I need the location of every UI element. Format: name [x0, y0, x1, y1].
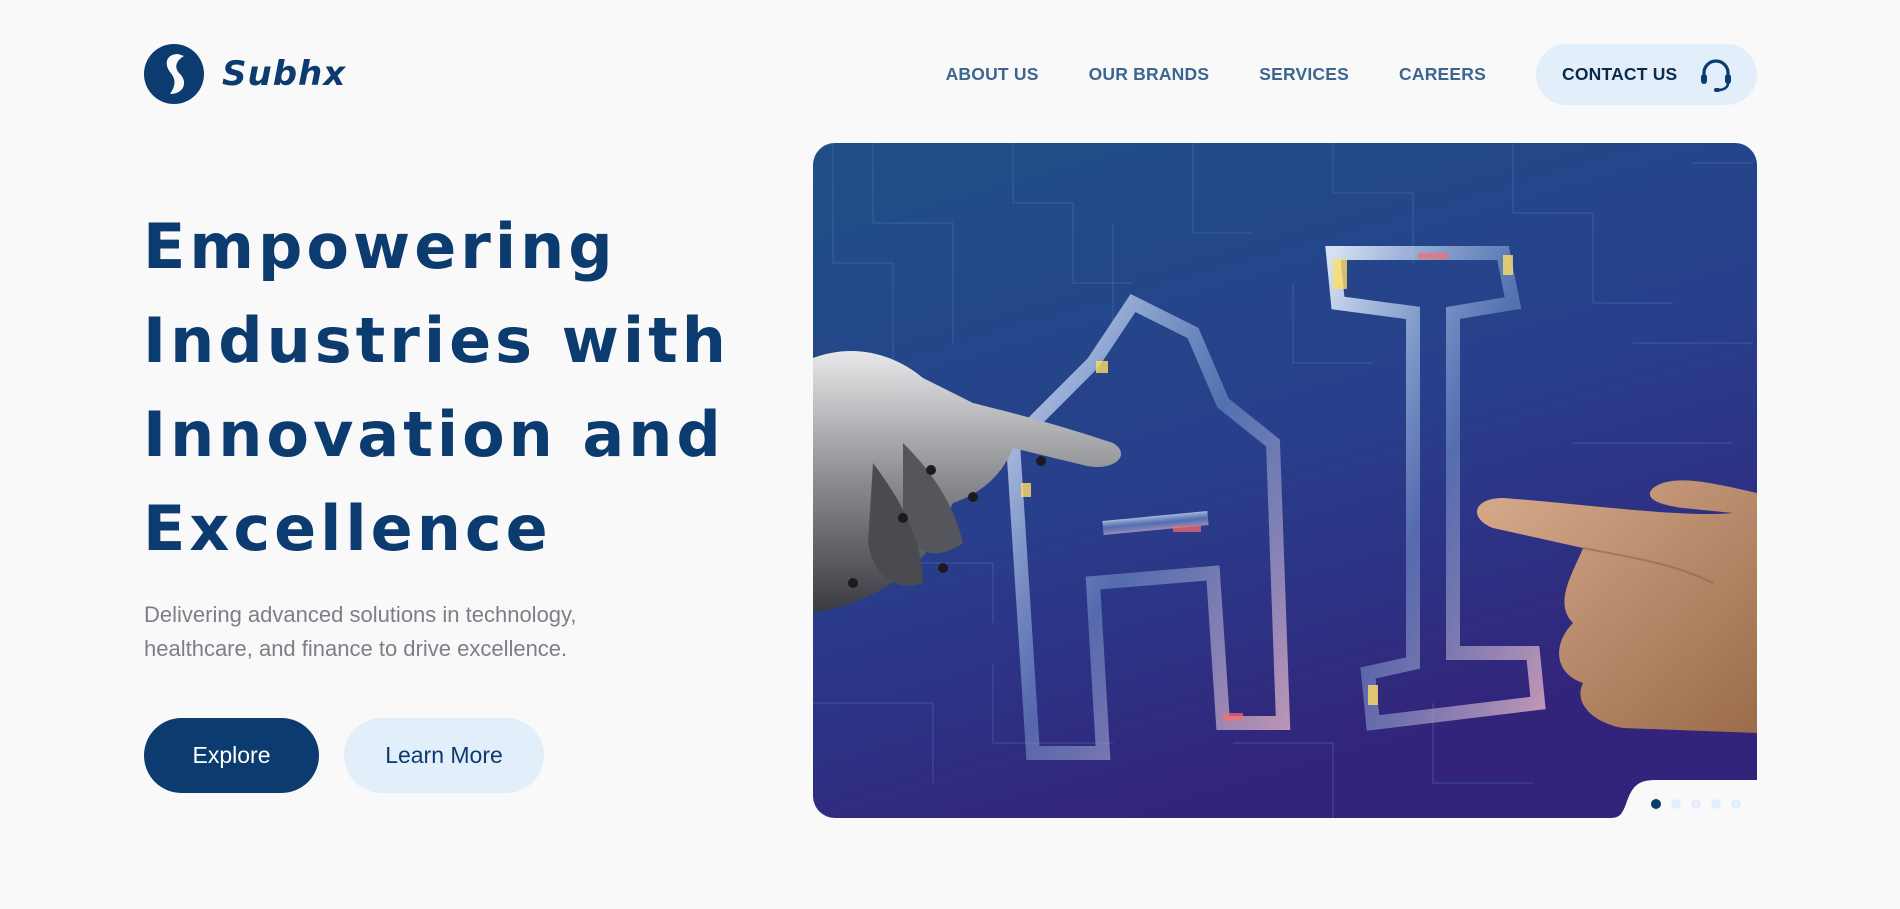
learn-more-button[interactable]: Learn More [344, 718, 544, 793]
hero-title: Empowering Industries with Innovation an… [143, 200, 763, 576]
hero-title-line: Empowering [143, 210, 617, 283]
headset-icon [1701, 58, 1732, 92]
hero-image-ai-hands [813, 143, 1757, 818]
brand-logo[interactable]: Subhx [144, 44, 346, 104]
brand-name: Subhx [222, 54, 347, 94]
main-nav: ABOUT US OUR BRANDS SERVICES CAREERS CON… [946, 44, 1757, 105]
carousel-dot-3[interactable] [1691, 799, 1701, 809]
carousel-dot-1[interactable] [1651, 799, 1661, 809]
nav-our-brands[interactable]: OUR BRANDS [1089, 64, 1210, 85]
hero-subtitle: Delivering advanced solutions in technol… [144, 598, 664, 666]
hero-title-line: Industries with [143, 304, 730, 377]
hero-title-line: Innovation and [143, 398, 725, 471]
site-header: Subhx ABOUT US OUR BRANDS SERVICES CAREE… [0, 0, 1900, 150]
nav-about-us[interactable]: ABOUT US [946, 64, 1039, 85]
hero-title-line: Excellence [143, 492, 552, 565]
contact-us-button[interactable]: CONTACT US [1536, 44, 1757, 105]
carousel-dot-2[interactable] [1671, 799, 1681, 809]
carousel-dot-5[interactable] [1731, 799, 1741, 809]
explore-button[interactable]: Explore [144, 718, 319, 793]
hero-subtitle-line: healthcare, and finance to drive excelle… [144, 636, 568, 661]
carousel-dot-4[interactable] [1711, 799, 1721, 809]
carousel-dots [1651, 799, 1751, 809]
nav-careers[interactable]: CAREERS [1399, 64, 1486, 85]
logo-mark-icon [144, 44, 204, 104]
nav-services[interactable]: SERVICES [1259, 64, 1349, 85]
contact-us-label: CONTACT US [1562, 64, 1678, 84]
hero-subtitle-line: Delivering advanced solutions in technol… [144, 602, 577, 627]
